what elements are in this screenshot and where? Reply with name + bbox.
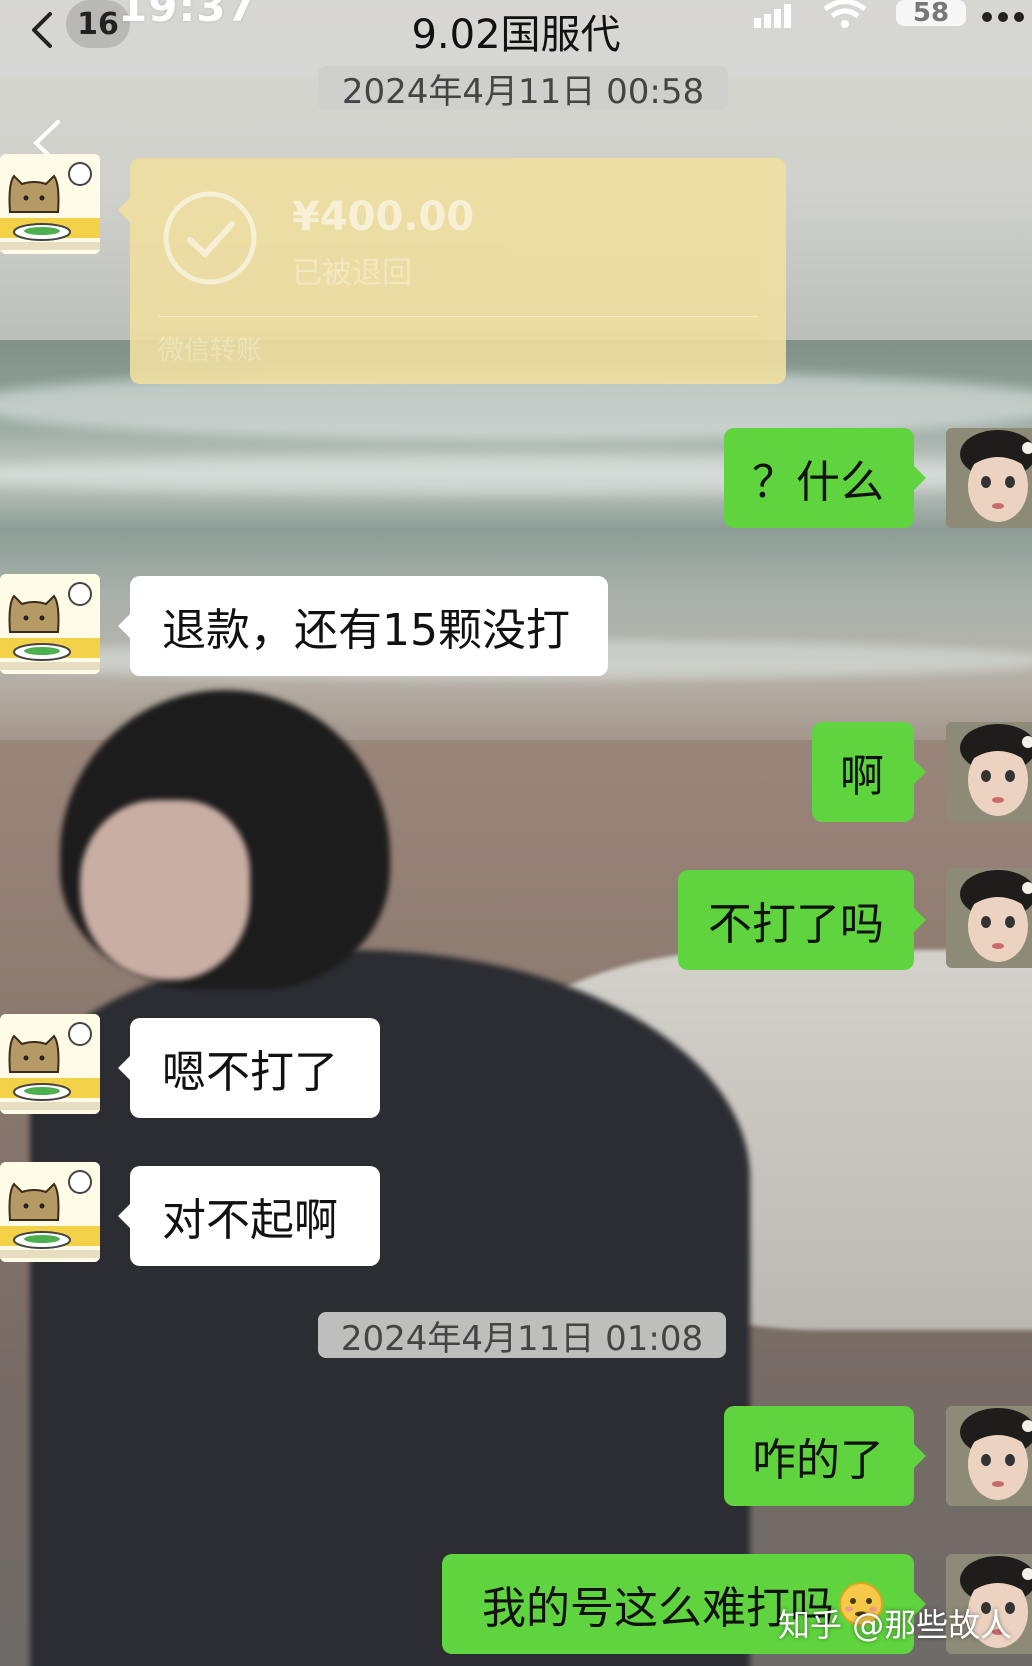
bg-person-face	[80, 800, 250, 980]
incoming-message-bubble[interactable]: 对不起啊	[118, 1166, 380, 1266]
my-avatar[interactable]	[946, 722, 1032, 822]
my-avatar[interactable]	[946, 428, 1032, 528]
my-avatar[interactable]	[946, 1406, 1032, 1506]
chat-title: 9.02国服代	[411, 12, 621, 58]
signal-strength-icon	[754, 4, 791, 28]
outgoing-message-bubble[interactable]: 咋的了	[724, 1406, 926, 1506]
check-circle-icon	[163, 191, 257, 285]
message-timestamp: 2024年4月11日 00:58	[318, 66, 728, 110]
zhihu-watermark: 知乎 @那些故人	[778, 1606, 1013, 1644]
message-timestamp: 2024年4月11日 01:08	[318, 1312, 726, 1358]
outgoing-message-bubble[interactable]: 啊	[812, 722, 926, 822]
transfer-status: 已被退回	[292, 256, 412, 291]
wifi-icon	[823, 0, 867, 28]
battery-level: 58	[896, 0, 966, 28]
incoming-message-bubble[interactable]: 退款，还有15颗没打	[118, 576, 608, 676]
transfer-label: 微信转账	[158, 336, 263, 366]
contact-avatar[interactable]	[0, 1014, 100, 1114]
my-avatar[interactable]	[946, 868, 1032, 968]
transfer-amount: ¥400.00	[292, 194, 475, 240]
more-options-icon[interactable]	[980, 10, 1026, 24]
outgoing-message-bubble[interactable]: 不打了吗	[678, 870, 926, 970]
contact-avatar[interactable]	[0, 1162, 100, 1262]
transfer-message-card[interactable]: ¥400.00 已被退回 微信转账	[118, 158, 786, 384]
contact-avatar[interactable]	[0, 574, 100, 674]
incoming-message-bubble[interactable]: 嗯不打了	[118, 1018, 380, 1118]
transfer-divider	[158, 316, 758, 317]
outgoing-message-bubble[interactable]: ？什么	[724, 428, 926, 528]
contact-avatar[interactable]	[0, 154, 100, 254]
